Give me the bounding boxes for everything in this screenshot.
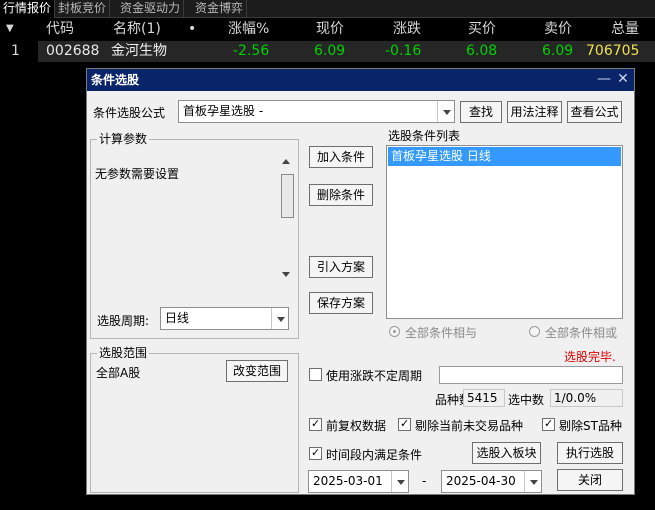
- col-volume[interactable]: 总量: [611, 19, 639, 39]
- dialog-titlebar[interactable]: 条件选股 — ✕: [87, 69, 634, 91]
- chevron-down-icon[interactable]: [391, 471, 408, 492]
- params-scrollbar[interactable]: [279, 154, 296, 284]
- tab-fund-game[interactable]: 资金博弈: [192, 0, 248, 18]
- top-tab-bar: 行情报价 封板竞价 资金驱动力 资金博弈: [0, 0, 655, 18]
- uncertain-period-checkbox[interactable]: [309, 368, 322, 381]
- condition-list-label: 选股条件列表: [388, 129, 461, 143]
- tab-limit-bidding[interactable]: 封板竞价: [55, 0, 111, 18]
- params-group: 计算参数 无参数需要设置 选股周期: 日线: [90, 132, 299, 339]
- radio-and-label: 全部条件相与: [405, 326, 478, 340]
- minimize-icon[interactable]: —: [596, 71, 612, 87]
- row-index: 1: [11, 43, 20, 59]
- row-bid: 6.08: [466, 43, 498, 59]
- close-button[interactable]: 关闭: [557, 469, 623, 491]
- col-change[interactable]: 涨跌: [393, 19, 421, 39]
- col-code[interactable]: 代码: [46, 19, 74, 39]
- list-item[interactable]: 首板孕星选股 日线: [388, 147, 621, 166]
- formula-value: 首板孕星选股 -: [183, 104, 264, 118]
- range-value: 全部A股: [96, 366, 141, 380]
- exclude-untraded-checkbox[interactable]: [398, 417, 411, 431]
- row-ask: 6.09: [542, 43, 574, 59]
- params-group-title: 计算参数: [97, 132, 150, 146]
- period-satisfy-checkbox[interactable]: [309, 446, 322, 460]
- col-change-pct[interactable]: 涨幅%: [228, 19, 269, 39]
- uncertain-period-label: 使用涨跌不定周期: [326, 369, 423, 383]
- chevron-down-icon[interactable]: [271, 308, 288, 329]
- scroll-down-icon[interactable]: [282, 272, 290, 277]
- selected-value: 1/0.0%: [550, 389, 623, 407]
- scroll-up-icon[interactable]: [282, 159, 290, 164]
- row-volume: 706705: [586, 43, 640, 59]
- status-text: 选股完毕.: [564, 350, 616, 364]
- dialog-title: 条件选股: [91, 73, 140, 87]
- radio-or[interactable]: [529, 326, 540, 337]
- chevron-down-icon[interactable]: [437, 101, 454, 122]
- add-condition-button[interactable]: 加入条件: [309, 146, 373, 168]
- count-value: 5415: [463, 389, 505, 407]
- range-group: 选股范围 全部A股 改变范围: [90, 346, 299, 493]
- tab-quotes[interactable]: 行情报价: [0, 0, 56, 18]
- params-text: 无参数需要设置: [95, 167, 180, 181]
- period-label: 选股周期:: [97, 314, 150, 328]
- col-ask[interactable]: 卖价: [544, 19, 572, 39]
- period-select[interactable]: 日线: [160, 307, 289, 330]
- condition-listbox[interactable]: 首板孕星选股 日线: [386, 145, 623, 319]
- change-range-button[interactable]: 改变范围: [226, 360, 288, 382]
- sort-triangle-icon[interactable]: ▼: [6, 19, 14, 39]
- quote-table-header: ▼ 代码 名称(1) • 涨幅% 现价 涨跌 买价 卖价 总量: [0, 19, 655, 39]
- row-change: -0.16: [385, 43, 422, 59]
- date-separator: -: [422, 474, 427, 488]
- exclude-untraded-label: 剔除当前未交易品种: [415, 419, 524, 433]
- save-scheme-button[interactable]: 保存方案: [309, 292, 373, 314]
- date-from-select[interactable]: 2025-03-01: [308, 470, 409, 493]
- row-price: 6.09: [314, 43, 346, 59]
- col-name[interactable]: 名称(1): [113, 19, 161, 39]
- scroll-thumb[interactable]: [281, 174, 294, 218]
- condition-select-dialog: 条件选股 — ✕ 条件选股公式 首板孕星选股 - 查找 用法注释 查看公式 计算…: [86, 68, 635, 495]
- uncertain-period-input[interactable]: [439, 366, 623, 384]
- tab-fund-drive[interactable]: 资金驱动力: [117, 0, 185, 18]
- row-code: 002688: [46, 43, 100, 59]
- range-group-title: 选股范围: [97, 346, 150, 360]
- formula-select[interactable]: 首板孕星选股 -: [178, 100, 455, 123]
- exclude-st-label: 剔除ST品种: [559, 419, 622, 433]
- chevron-down-icon[interactable]: [524, 471, 541, 492]
- radio-or-label: 全部条件相或: [545, 326, 618, 340]
- period-value: 日线: [165, 311, 190, 325]
- pre-adjust-label: 前复权数据: [326, 419, 387, 433]
- to-block-button[interactable]: 选股入板块: [472, 442, 541, 464]
- exclude-st-checkbox[interactable]: [542, 417, 555, 431]
- radio-and[interactable]: [389, 326, 400, 337]
- pre-adjust-checkbox[interactable]: [309, 417, 322, 431]
- selected-label: 选中数: [508, 393, 545, 407]
- date-from-value: 2025-03-01: [313, 474, 383, 488]
- delete-condition-button[interactable]: 删除条件: [309, 184, 373, 206]
- period-satisfy-label: 时间段内满足条件: [326, 448, 423, 462]
- col-bid[interactable]: 买价: [468, 19, 496, 39]
- col-dot: •: [188, 21, 197, 37]
- view-formula-button[interactable]: 查看公式: [567, 101, 622, 123]
- table-row[interactable]: 1 002688 金河生物 -2.56 6.09 -0.16 6.08 6.09…: [0, 40, 655, 62]
- row-change-pct: -2.56: [233, 43, 270, 59]
- formula-label: 条件选股公式: [93, 106, 166, 120]
- usage-button[interactable]: 用法注释: [507, 101, 562, 123]
- col-price[interactable]: 现价: [316, 19, 344, 39]
- find-button[interactable]: 查找: [460, 101, 502, 123]
- close-icon[interactable]: ✕: [615, 71, 631, 87]
- date-to-select[interactable]: 2025-04-30: [441, 470, 542, 493]
- date-to-value: 2025-04-30: [446, 474, 516, 488]
- import-scheme-button[interactable]: 引入方案: [309, 256, 373, 278]
- execute-button[interactable]: 执行选股: [557, 442, 623, 464]
- row-name: 金河生物: [111, 43, 167, 59]
